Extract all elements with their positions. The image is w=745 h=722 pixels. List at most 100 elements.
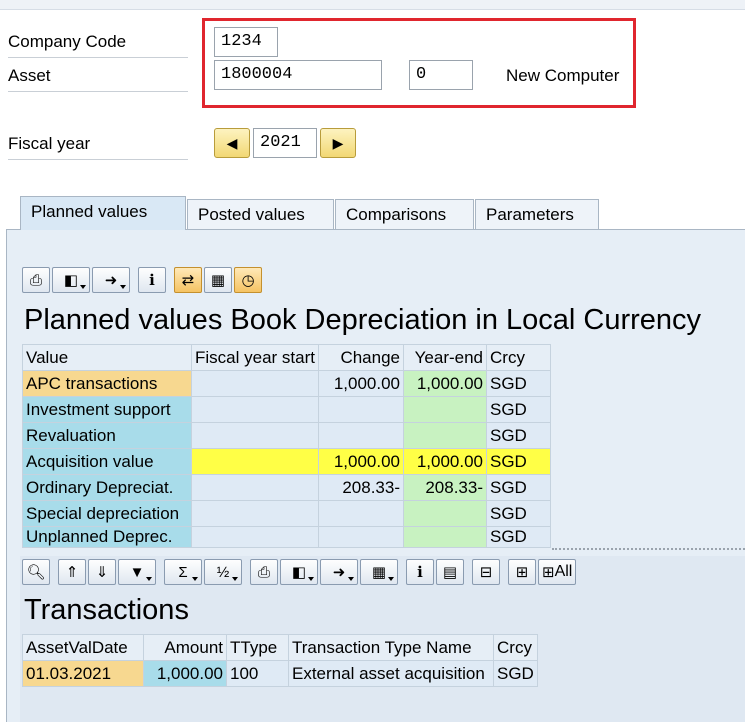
row-name[interactable]: Ordinary Depreciat. (22, 474, 192, 501)
planned-values-title: Planned values Book Depreciation in Loca… (24, 304, 702, 336)
column-header[interactable]: Year-end (403, 344, 487, 371)
table-row[interactable]: 01.03.2021 1,000.00 100 External asset a… (22, 660, 538, 687)
asset-value-date-cell[interactable]: 01.03.2021 (22, 660, 144, 687)
details-button[interactable]: 🔍︎ (22, 559, 50, 585)
transaction-type-name-cell: External asset acquisition (288, 660, 494, 687)
change-cell: 208.33- (318, 474, 404, 501)
currency-cell: SGD (486, 526, 551, 548)
info-icon: ℹ (149, 271, 155, 289)
year-end-cell: 1,000.00 (403, 448, 487, 475)
tab-comparisons[interactable]: Comparisons (335, 199, 474, 230)
asset-number-field[interactable]: 1800004 (214, 60, 382, 90)
column-header[interactable]: Crcy (493, 634, 538, 661)
year-end-cell: 1,000.00 (403, 370, 487, 397)
switch-button[interactable]: ⇄ (174, 267, 202, 293)
row-name[interactable]: Special depreciation (22, 500, 192, 527)
currency-cell: SGD (486, 370, 551, 397)
print-button[interactable]: ⎙ (22, 267, 50, 293)
filter-icon: ▼ (129, 563, 145, 581)
expand-all-button[interactable]: ⊞ All (538, 559, 577, 585)
expand-button[interactable]: ⊞ (508, 559, 536, 585)
print-button[interactable]: ⎙ (250, 559, 278, 585)
column-header[interactable]: TType (226, 634, 289, 661)
table-row[interactable]: Special depreciation SGD (22, 500, 551, 527)
export-icon: ➜ (104, 271, 118, 289)
grid-expand-icon: ⊞ (542, 563, 555, 581)
stamp-button[interactable]: ⊟ (472, 559, 500, 585)
table-row[interactable]: Unplanned Deprec. SGD (22, 526, 551, 548)
column-header[interactable]: Fiscal year start (191, 344, 319, 371)
export-button[interactable]: ➜ (92, 267, 130, 293)
column-header[interactable]: Transaction Type Name (288, 634, 494, 661)
tab-parameters[interactable]: Parameters (475, 199, 599, 230)
currency-cell: SGD (486, 500, 551, 527)
table-row[interactable]: Investment support SGD (22, 396, 551, 423)
fiscal-year-start-cell (191, 448, 319, 475)
row-name[interactable]: Unplanned Deprec. (22, 526, 192, 548)
year-end-cell (403, 500, 487, 527)
transactions-toolbar: 🔍︎ ⇑ ⇓ ▼ Σ ½ ⎙ ◧ ➜ ▦ ℹ ▤ ⊟ ⊞ ⊞ All (22, 558, 577, 586)
schedule-button[interactable]: ◷ (234, 267, 262, 293)
year-end-cell (403, 396, 487, 423)
fiscal-year-field[interactable]: 2021 (253, 128, 317, 158)
info-icon: ℹ (417, 563, 423, 581)
asset-subnumber-field[interactable]: 0 (409, 60, 473, 90)
table-row[interactable]: Acquisition value 1,000.00 1,000.00 SGD (22, 448, 551, 475)
transactions-table: AssetValDate Amount TType Transaction Ty… (22, 634, 538, 687)
fiscal-year-start-cell (191, 396, 319, 423)
calculator-button[interactable]: ▦ (204, 267, 232, 293)
company-code-field[interactable]: 1234 (214, 27, 278, 57)
layout-button[interactable]: ▦ (360, 559, 398, 585)
row-name[interactable]: Acquisition value (22, 448, 192, 475)
sort-descending-button[interactable]: ⇓ (88, 559, 116, 585)
column-header[interactable]: AssetValDate (22, 634, 144, 661)
view-button[interactable]: ◧ (280, 559, 318, 585)
table-row[interactable]: Ordinary Depreciat. 208.33- 208.33- SGD (22, 474, 551, 501)
triangle-right-icon: ▶ (332, 134, 344, 151)
info-button[interactable]: ℹ (138, 267, 166, 293)
year-end-cell (403, 526, 487, 548)
info-button[interactable]: ℹ (406, 559, 434, 585)
splitter-handle[interactable] (552, 548, 745, 554)
sort-descending-icon: ⇓ (95, 563, 109, 581)
transactions-title: Transactions (24, 594, 189, 626)
change-cell (318, 500, 404, 527)
column-header[interactable]: Change (318, 344, 404, 371)
table-header-row: AssetValDate Amount TType Transaction Ty… (22, 634, 538, 661)
document-button[interactable]: ▤ (436, 559, 464, 585)
grid-expand-icon: ⊞ (515, 563, 529, 581)
column-header[interactable]: Amount (143, 634, 227, 661)
sort-ascending-button[interactable]: ⇑ (58, 559, 86, 585)
row-name[interactable]: Revaluation (22, 422, 192, 449)
currency-cell: SGD (486, 474, 551, 501)
view-icon: ◧ (291, 563, 307, 581)
change-cell: 1,000.00 (318, 370, 404, 397)
fiscal-year-start-cell (191, 500, 319, 527)
planned-values-table: Value Fiscal year start Change Year-end … (22, 344, 551, 548)
table-row[interactable]: APC transactions 1,000.00 1,000.00 SGD (22, 370, 551, 397)
column-header[interactable]: Value (22, 344, 192, 371)
row-name[interactable]: APC transactions (22, 370, 192, 397)
total-button[interactable]: Σ (164, 559, 202, 585)
currency-cell: SGD (486, 448, 551, 475)
tab-posted-values[interactable]: Posted values (187, 199, 334, 230)
filter-button[interactable]: ▼ (118, 559, 156, 585)
view-icon: ◧ (63, 271, 79, 289)
tab-planned-values[interactable]: Planned values (20, 196, 186, 230)
currency-cell: SGD (486, 422, 551, 449)
column-header[interactable]: Crcy (486, 344, 551, 371)
table-row[interactable]: Revaluation SGD (22, 422, 551, 449)
amount-cell: 1,000.00 (143, 660, 227, 687)
subtotal-button[interactable]: ½ (204, 559, 242, 585)
view-button[interactable]: ◧ (52, 267, 90, 293)
triangle-left-icon: ◀ (226, 134, 238, 151)
row-name[interactable]: Investment support (22, 396, 192, 423)
fiscal-year-start-cell (191, 526, 319, 548)
export-button[interactable]: ➜ (320, 559, 358, 585)
switch-icon: ⇄ (181, 271, 195, 289)
next-year-button[interactable]: ▶ (320, 128, 356, 158)
year-end-cell: 208.33- (403, 474, 487, 501)
prev-year-button[interactable]: ◀ (214, 128, 250, 158)
fiscal-year-start-cell (191, 474, 319, 501)
stamp-icon: ⊟ (479, 563, 493, 581)
